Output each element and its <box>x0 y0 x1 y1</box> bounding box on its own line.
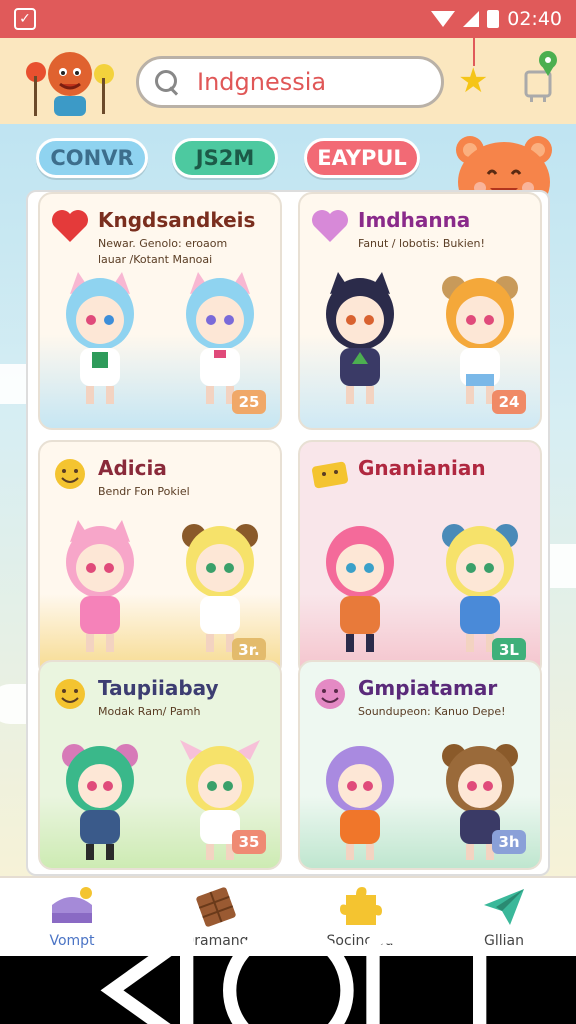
status-bar: ✓ 02:40 <box>0 0 576 38</box>
card-badge: 3r. <box>232 638 266 662</box>
recents-icon[interactable] <box>357 921 496 1024</box>
card-badge: 35 <box>232 830 266 854</box>
back-icon[interactable] <box>80 921 219 1024</box>
filter-chip-eaypul[interactable]: EAYPUL <box>304 138 420 178</box>
card-title: Gmpiatamar <box>358 676 498 700</box>
card-subtitle: Soundupeon: Kanuo Depe! <box>358 705 506 718</box>
app-header: ★ <box>0 38 576 124</box>
card-title: Adicia <box>98 456 167 480</box>
location-icon[interactable] <box>522 48 562 104</box>
smiley-icon <box>315 679 345 709</box>
character-card[interactable]: Adicia Bendr Fon Pokiel 3r. <box>38 440 282 678</box>
character-card[interactable]: Gmpiatamar Soundupeon: Kanuo Depe! 3h <box>298 660 542 870</box>
filter-chip-js2m[interactable]: JS2M <box>172 138 278 178</box>
filter-chip-convr[interactable]: CONVR <box>36 138 148 178</box>
card-badge: 3h <box>492 830 526 854</box>
smiley-icon <box>55 459 85 489</box>
card-subtitle: Bendr Fon Pokiel <box>98 485 190 498</box>
card-title: Taupiiabay <box>98 676 219 700</box>
character-card[interactable]: Taupiiabay Modak Ram/ Pamh 35 <box>38 660 282 870</box>
heart-icon <box>312 210 348 242</box>
mascot-logo <box>26 52 114 116</box>
search-icon <box>153 68 181 96</box>
search-bar[interactable] <box>136 56 444 108</box>
home-icon[interactable] <box>219 921 358 1024</box>
star-icon[interactable]: ★ <box>458 64 492 98</box>
card-subtitle: Modak Ram/ Pamh <box>98 705 201 718</box>
character-card[interactable]: Imdhanna Fanut / lobotis: Bukien! 24 <box>298 192 542 430</box>
card-badge: 3L <box>492 638 526 662</box>
search-input[interactable] <box>197 68 417 96</box>
heart-icon <box>52 210 88 242</box>
card-title: Gnanianian <box>358 456 486 480</box>
card-badge: 24 <box>492 390 526 414</box>
battery-icon <box>487 10 500 28</box>
system-nav-bar <box>0 923 576 1024</box>
status-time: 02:40 <box>507 8 562 30</box>
character-grid: Kngdsandkeis Newar. Genolo: eroaom lauar… <box>26 190 550 876</box>
wifi-icon <box>431 11 456 27</box>
character-card[interactable]: Gnanianian 3L <box>298 440 542 678</box>
card-title: Kngdsandkeis <box>98 208 256 232</box>
card-subtitle: Fanut / lobotis: Bukien! <box>358 237 485 250</box>
card-badge: 25 <box>232 390 266 414</box>
ticket-icon <box>311 461 349 489</box>
character-card[interactable]: Kngdsandkeis Newar. Genolo: eroaom lauar… <box>38 192 282 430</box>
notification-icon: ✓ <box>14 8 36 30</box>
signal-icon <box>463 11 480 27</box>
card-title: Imdhanna <box>358 208 471 232</box>
smiley-icon <box>55 679 85 709</box>
